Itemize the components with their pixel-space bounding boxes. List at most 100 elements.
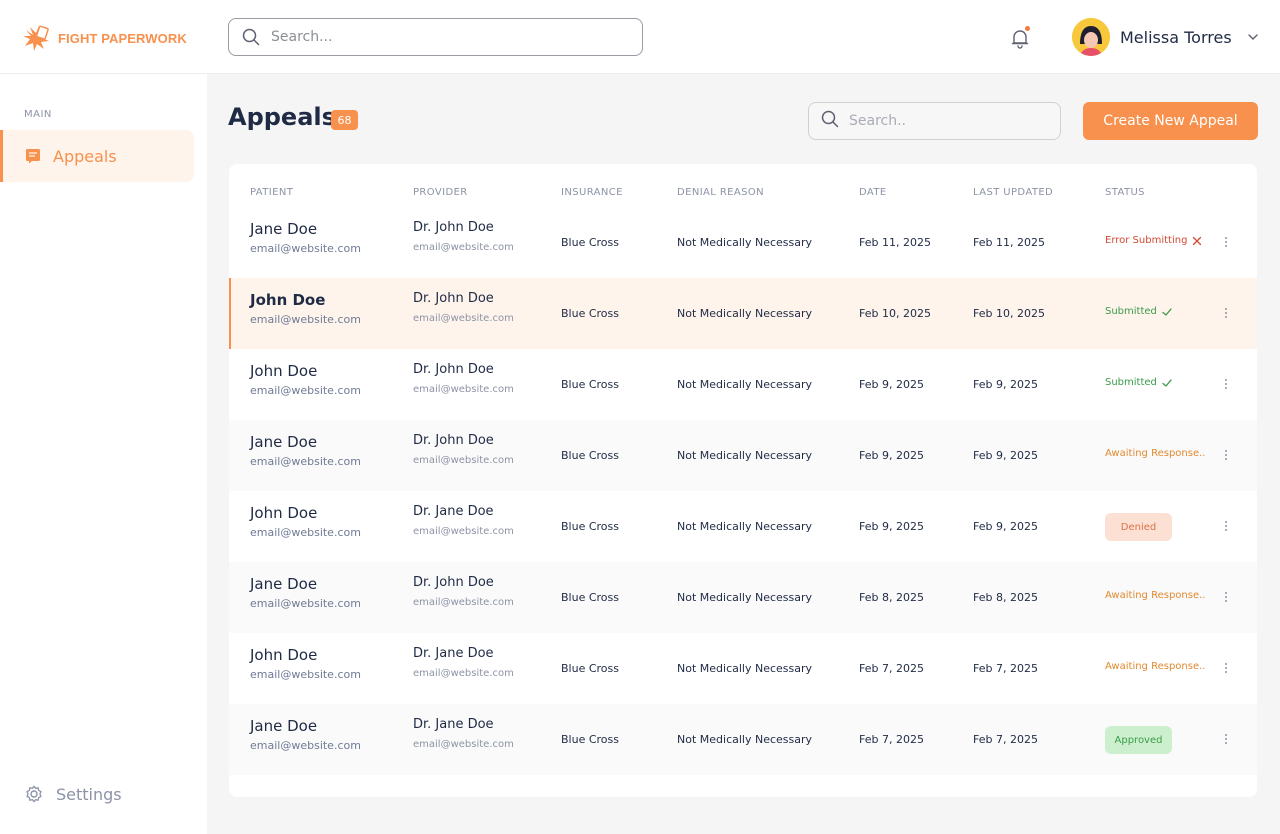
denial-reason: Not Medically Necessary [677,378,813,391]
insurance-name: Blue Cross [561,520,619,533]
status-badge: Submitted [1105,377,1172,388]
notifications-button[interactable] [1008,26,1032,50]
appeal-date: Feb 10, 2025 [859,307,931,320]
appeal-date: Feb 9, 2025 [859,449,924,462]
denial-reason: Not Medically Necessary [677,733,813,746]
table-row[interactable]: John Doe email@website.com Dr. Jane Doe ema… [229,633,1257,704]
status-badge: Awaiting Response... [1105,448,1205,459]
last-updated: Feb 10, 2025 [973,307,1045,320]
provider-email: email@website.com [413,313,514,324]
provider-name: Dr. John Doe [413,362,494,377]
appeals-search[interactable] [808,102,1061,140]
provider-name: Dr. Jane Doe [413,646,494,661]
appeal-date: Feb 8, 2025 [859,591,924,604]
provider-email: email@website.com [413,739,514,750]
denial-reason: Not Medically Necessary [677,236,813,249]
create-appeal-button[interactable]: Create New Appeal [1083,102,1258,140]
status-label: Approved [1114,734,1163,746]
column-header-provider[interactable]: PROVIDER [413,187,468,198]
provider-email: email@website.com [413,668,514,679]
patient-email: email@website.com [250,313,361,326]
more-options-icon[interactable] [1219,586,1233,608]
appeals-count-badge: 68 [331,110,358,130]
column-header-patient[interactable]: PATIENT [250,187,293,198]
sidebar-item-settings[interactable]: Settings [24,784,122,804]
column-header-denial-reason[interactable]: DENIAL REASON [677,187,764,198]
notification-dot [1025,26,1030,31]
search-icon [241,27,261,47]
column-header-insurance[interactable]: INSURANCE [561,187,623,198]
last-updated: Feb 7, 2025 [973,733,1038,746]
denial-reason: Not Medically Necessary [677,591,813,604]
table-row[interactable]: Jane Doe email@website.com Dr. John Doe ema… [229,207,1257,278]
global-search[interactable] [228,18,643,56]
appeals-table: PATIENT PROVIDER INSURANCE DENIAL REASON… [229,164,1257,797]
appeals-search-input[interactable] [849,113,1039,129]
patient-name: John Doe [250,646,318,664]
table-row[interactable]: John Doe email@website.com Dr. Jane Doe ema… [229,491,1257,562]
more-options-icon[interactable] [1219,657,1233,679]
status-label: Awaiting Response... [1105,661,1205,672]
page-title: Appeals [228,103,336,131]
appeal-date: Feb 7, 2025 [859,733,924,746]
column-header-status[interactable]: STATUS [1105,187,1145,198]
denial-reason: Not Medically Necessary [677,307,813,320]
settings-label: Settings [56,784,122,804]
status-badge: Submitted [1105,306,1172,317]
last-updated: Feb 8, 2025 [973,591,1038,604]
logo-icon [23,25,49,51]
column-header-date[interactable]: DATE [859,187,887,198]
provider-name: Dr. Jane Doe [413,504,494,519]
status-label: Awaiting Response... [1105,448,1205,459]
global-search-input[interactable] [271,29,601,45]
insurance-name: Blue Cross [561,591,619,604]
more-options-icon[interactable] [1219,728,1233,750]
last-updated: Feb 9, 2025 [973,378,1038,391]
insurance-name: Blue Cross [561,378,619,391]
more-options-icon[interactable] [1219,444,1233,466]
table-row[interactable]: Jane Doe email@website.com Dr. John Doe ema… [229,420,1257,491]
sidebar-item-label: Appeals [53,146,117,166]
last-updated: Feb 7, 2025 [973,662,1038,675]
status-label: Submitted [1105,377,1157,388]
appeal-date: Feb 9, 2025 [859,520,924,533]
column-header-last-updated[interactable]: LAST UPDATED [973,187,1053,198]
last-updated: Feb 9, 2025 [973,449,1038,462]
provider-email: email@website.com [413,384,514,395]
appeal-date: Feb 11, 2025 [859,236,931,249]
last-updated: Feb 9, 2025 [973,520,1038,533]
check-icon [1162,378,1172,387]
patient-name: Jane Doe [250,717,318,735]
patient-email: email@website.com [250,384,361,397]
document-icon [26,149,40,164]
denial-reason: Not Medically Necessary [677,449,813,462]
status-badge: Error Submitting [1105,235,1202,246]
app-logo[interactable]: FIGHT PAPERWORK [20,22,187,54]
appeal-date: Feb 7, 2025 [859,662,924,675]
table-row[interactable]: John Doe email@website.com Dr. John Doe ema… [229,278,1257,349]
table-row[interactable]: John Doe email@website.com Dr. John Doe ema… [229,349,1257,420]
table-row[interactable]: Jane Doe email@website.com Dr. John Doe ema… [229,562,1257,633]
status-badge: Awaiting Response... [1105,590,1205,601]
more-options-icon[interactable] [1219,302,1233,324]
provider-email: email@website.com [413,597,514,608]
provider-name: Dr. John Doe [413,575,494,590]
insurance-name: Blue Cross [561,307,619,320]
more-options-icon[interactable] [1219,515,1233,537]
insurance-name: Blue Cross [561,662,619,675]
denial-reason: Not Medically Necessary [677,520,813,533]
sidebar-item-appeals[interactable]: Appeals [0,130,194,182]
patient-email: email@website.com [250,739,361,752]
insurance-name: Blue Cross [561,236,619,249]
patient-name: Jane Doe [250,433,318,451]
table-row[interactable]: Jane Doe email@website.com Dr. Jane Doe ema… [229,704,1257,775]
gear-icon [26,785,42,803]
user-menu[interactable]: Melissa Torres [1072,18,1260,56]
more-options-icon[interactable] [1219,373,1233,395]
more-options-icon[interactable] [1219,231,1233,253]
avatar [1072,18,1110,56]
provider-name: Dr. John Doe [413,433,494,448]
appeal-date: Feb 9, 2025 [859,378,924,391]
patient-name: Jane Doe [250,220,318,238]
patient-email: email@website.com [250,668,361,681]
